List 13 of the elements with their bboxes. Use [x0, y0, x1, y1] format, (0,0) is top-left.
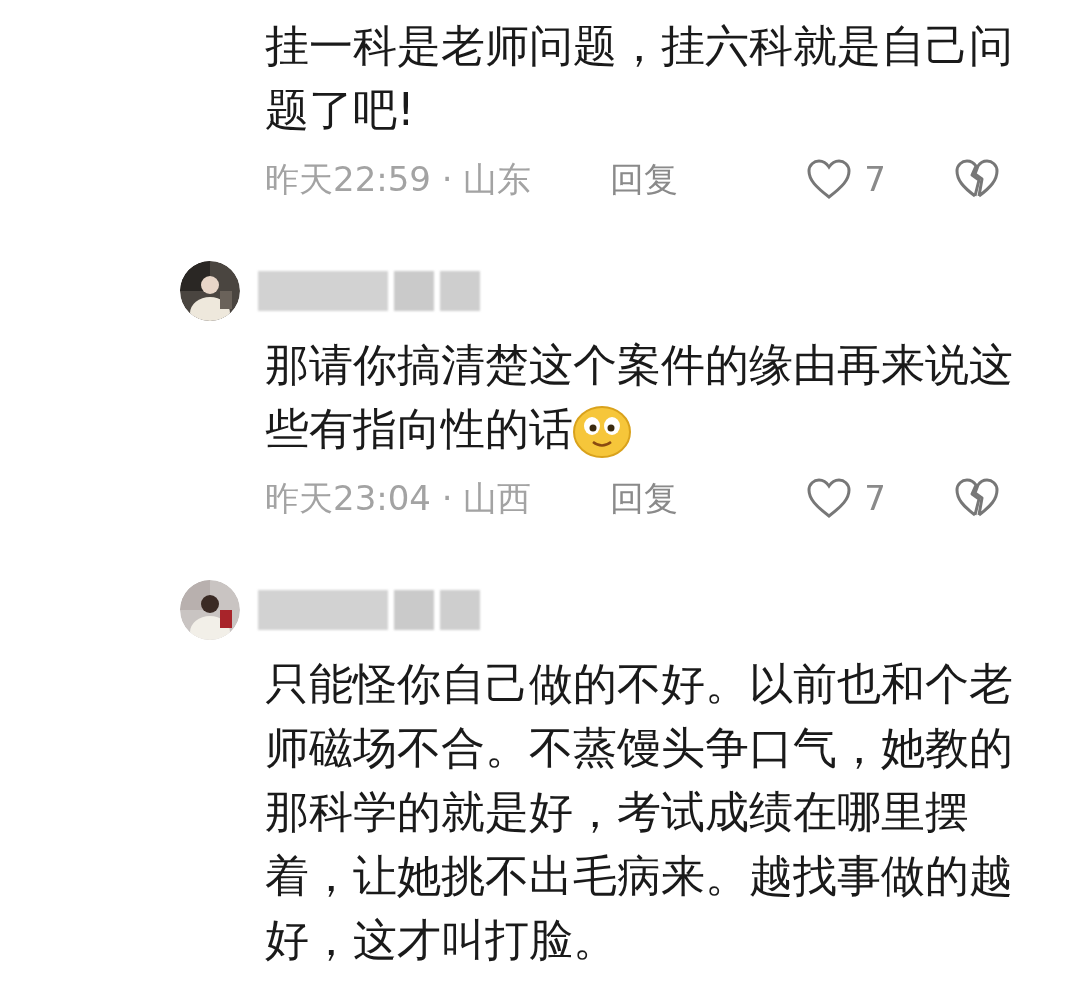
comment-time-location: 昨天23:04 · 山西 — [265, 476, 533, 520]
comment-text: 挂一科是老师问题，挂六科就是自己问题了吧! — [265, 19, 1014, 137]
like-count: 7 — [864, 157, 886, 201]
broken-heart-icon[interactable] — [954, 158, 1000, 200]
heart-icon[interactable] — [806, 477, 853, 519]
comment-text: 那请你搞清楚这个案件的缘由再来说这些有指向性的话 — [265, 333, 1040, 461]
heart-icon[interactable] — [806, 158, 853, 200]
reply-link[interactable]: 回复 — [610, 472, 678, 524]
reply-link[interactable]: 回复 — [610, 153, 678, 205]
broken-heart-icon[interactable] — [954, 477, 1000, 519]
comment-text: 只能怪你自己做的不好。以前也和个老师磁场不合。不蒸馒头争口气，她教的那科学的就是好，考试成绩在哪里摆着，让她挑不出毛病来。越找事做的越好，这才叫打脸。 — [265, 657, 1014, 967]
like-count: 7 — [864, 476, 886, 520]
comment-time-location: 昨天22:59 · 山东 — [265, 157, 533, 201]
